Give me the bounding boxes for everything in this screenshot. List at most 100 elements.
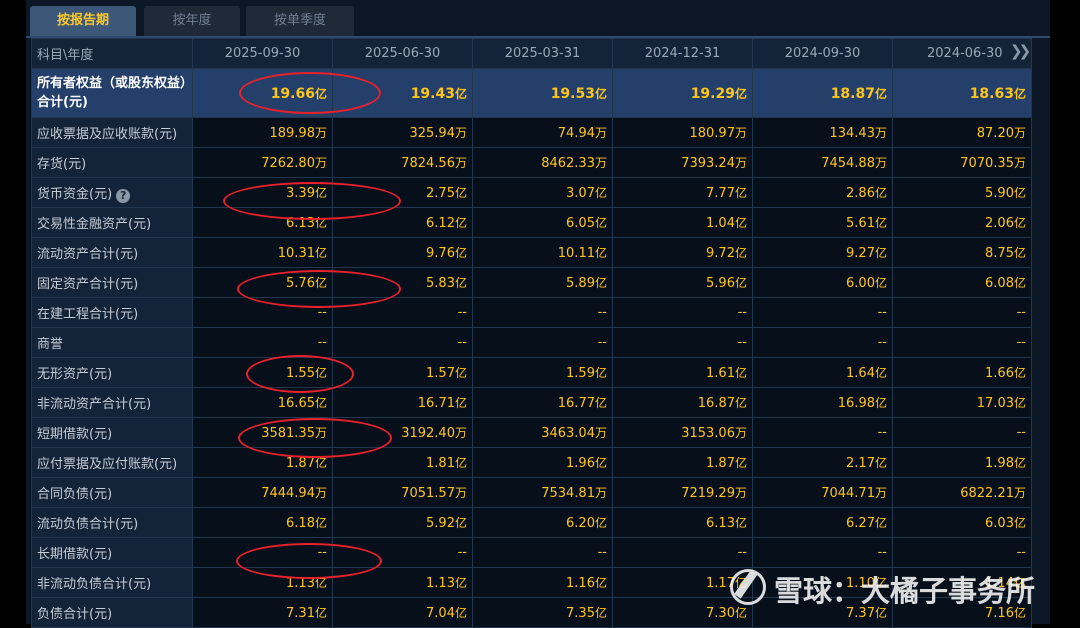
cell-value: 1.81 bbox=[426, 456, 455, 471]
table-cell: 1.55亿 bbox=[192, 357, 333, 388]
table-cell: -- bbox=[192, 297, 333, 328]
cell-value: 6.03 bbox=[985, 516, 1014, 531]
table-cell: -- bbox=[332, 297, 473, 328]
table-cell: 1.66亿 bbox=[892, 357, 1032, 388]
cell-unit: 亿 bbox=[594, 366, 607, 380]
cell-unit: 万 bbox=[454, 426, 467, 440]
table-cell: -- bbox=[752, 327, 893, 358]
cell-unit: 亿 bbox=[734, 456, 747, 470]
row-label: 交易性金融资产(元) bbox=[31, 207, 193, 238]
row-label: 流动资产合计(元) bbox=[31, 237, 193, 268]
table-cell: 1.59亿 bbox=[472, 357, 613, 388]
cell-value: 2.06 bbox=[985, 216, 1014, 231]
tab-by-quarter[interactable]: 按单季度 bbox=[246, 6, 354, 36]
table-row: 货币资金(元)? 3.39亿 2.75亿 3.07亿 7.77亿 2.86亿 5.90亿 bbox=[31, 177, 1032, 208]
cell-unit: 万 bbox=[1013, 126, 1026, 140]
scroll-right-icon[interactable]: ❯❯ bbox=[1010, 42, 1031, 60]
cell-unit: 亿 bbox=[874, 216, 887, 230]
table-cell: -- bbox=[752, 297, 893, 328]
cell-unit: 亿 bbox=[874, 516, 887, 530]
tab-by-year[interactable]: 按年度 bbox=[144, 6, 240, 36]
cell-unit: 万 bbox=[1013, 156, 1026, 170]
cell-unit: 亿 bbox=[454, 606, 467, 620]
table-cell: 9.27亿 bbox=[752, 237, 893, 268]
watermark-text: 雪球：大橘子事务所 bbox=[774, 574, 1036, 608]
table-cell: -- bbox=[752, 537, 893, 568]
cell-value: -- bbox=[737, 335, 747, 350]
cell-value: 18.87 bbox=[830, 85, 875, 102]
cell-value: 7534.81 bbox=[541, 486, 595, 501]
cell-unit: 万 bbox=[594, 156, 607, 170]
cell-unit: 亿 bbox=[734, 366, 747, 380]
cell-unit: 亿 bbox=[874, 186, 887, 200]
cell-unit: 万 bbox=[734, 126, 747, 140]
table-cell: -- bbox=[612, 327, 753, 358]
row-label-text: 负债合计(元) bbox=[37, 607, 113, 622]
row-label: 应付票据及应付账款(元) bbox=[31, 447, 193, 478]
table-cell: 3192.40万 bbox=[332, 417, 473, 448]
table-cell: 7051.57万 bbox=[332, 477, 473, 508]
cell-value: 6.18 bbox=[286, 516, 315, 531]
cell-unit: 亿 bbox=[454, 186, 467, 200]
table-cell: -- bbox=[192, 327, 333, 358]
cell-unit: 亿 bbox=[1013, 216, 1026, 230]
table-cell: 1.81亿 bbox=[332, 447, 473, 478]
column-header: 2025-06-30 bbox=[332, 38, 473, 69]
cell-unit: 亿 bbox=[734, 86, 747, 101]
cell-value: 6.00 bbox=[846, 276, 875, 291]
cell-value: 7070.35 bbox=[960, 156, 1014, 171]
cell-value: 17.03 bbox=[976, 396, 1014, 411]
column-header: 2025-09-30 bbox=[192, 38, 333, 69]
row-label: 非流动资产合计(元) bbox=[31, 387, 193, 418]
table-cell: 10.11亿 bbox=[472, 237, 613, 268]
cell-value: 134.43 bbox=[829, 126, 875, 141]
cell-value: 1.04 bbox=[706, 216, 735, 231]
cell-value: 74.94 bbox=[557, 126, 595, 141]
cell-value: -- bbox=[1016, 305, 1026, 320]
help-icon[interactable]: ? bbox=[116, 188, 131, 203]
table-row: 非流动资产合计(元) 16.65亿 16.71亿 16.77亿 16.87亿 16.98亿… bbox=[31, 387, 1032, 418]
table-cell: 5.76亿 bbox=[192, 267, 333, 298]
cell-value: 1.57 bbox=[426, 366, 455, 381]
cell-unit: 亿 bbox=[594, 606, 607, 620]
table-row: 存货(元) 7262.80万 7824.56万 8462.33万 7393.24万 745… bbox=[31, 147, 1032, 178]
cell-unit: 万 bbox=[594, 426, 607, 440]
cell-unit: 亿 bbox=[874, 276, 887, 290]
cell-unit: 亿 bbox=[454, 86, 467, 101]
cell-value: 7.35 bbox=[566, 606, 595, 621]
cell-unit: 亿 bbox=[734, 186, 747, 200]
cell-value: 6.12 bbox=[426, 216, 455, 231]
table-cell: -- bbox=[192, 537, 333, 568]
table-cell: 7454.88万 bbox=[752, 147, 893, 178]
cell-value: 2.75 bbox=[426, 186, 455, 201]
table-cell: -- bbox=[332, 537, 473, 568]
table-row: 应收票据及应收账款(元) 189.98万 325.94万 74.94万 180.97万 1… bbox=[31, 117, 1032, 148]
table-cell: 6.03亿 bbox=[892, 507, 1032, 538]
table-cell: 6.13亿 bbox=[192, 207, 333, 238]
tab-by-report-period[interactable]: 按报告期 bbox=[30, 6, 136, 36]
row-label-text: 非流动负债合计(元) bbox=[37, 577, 152, 592]
table-row: 长期借款(元) -- -- -- -- -- -- bbox=[31, 537, 1032, 568]
cell-value: 1.66 bbox=[985, 366, 1014, 381]
cell-unit: 亿 bbox=[874, 456, 887, 470]
cell-unit: 亿 bbox=[314, 576, 327, 590]
table-cell: -- bbox=[892, 417, 1032, 448]
cell-unit: 万 bbox=[734, 486, 747, 500]
cell-value: -- bbox=[877, 335, 887, 350]
table-cell: 7.35亿 bbox=[472, 597, 613, 628]
cell-unit: 亿 bbox=[1013, 86, 1026, 101]
table-cell: 6.27亿 bbox=[752, 507, 893, 538]
row-label-text: 长期借款(元) bbox=[37, 547, 113, 562]
cell-unit: 亿 bbox=[594, 396, 607, 410]
cell-unit: 亿 bbox=[734, 396, 747, 410]
table-cell: -- bbox=[892, 327, 1032, 358]
cell-unit: 亿 bbox=[874, 86, 887, 101]
cell-value: 6.13 bbox=[286, 216, 315, 231]
cell-unit: 亿 bbox=[454, 216, 467, 230]
cell-unit: 万 bbox=[1013, 486, 1026, 500]
table-cell: -- bbox=[892, 537, 1032, 568]
row-label: 商誉 bbox=[31, 327, 193, 358]
row-label: 所有者权益（或股东权益）合计(元) bbox=[31, 68, 193, 118]
cell-unit: 万 bbox=[594, 126, 607, 140]
cell-value: 5.76 bbox=[286, 276, 315, 291]
